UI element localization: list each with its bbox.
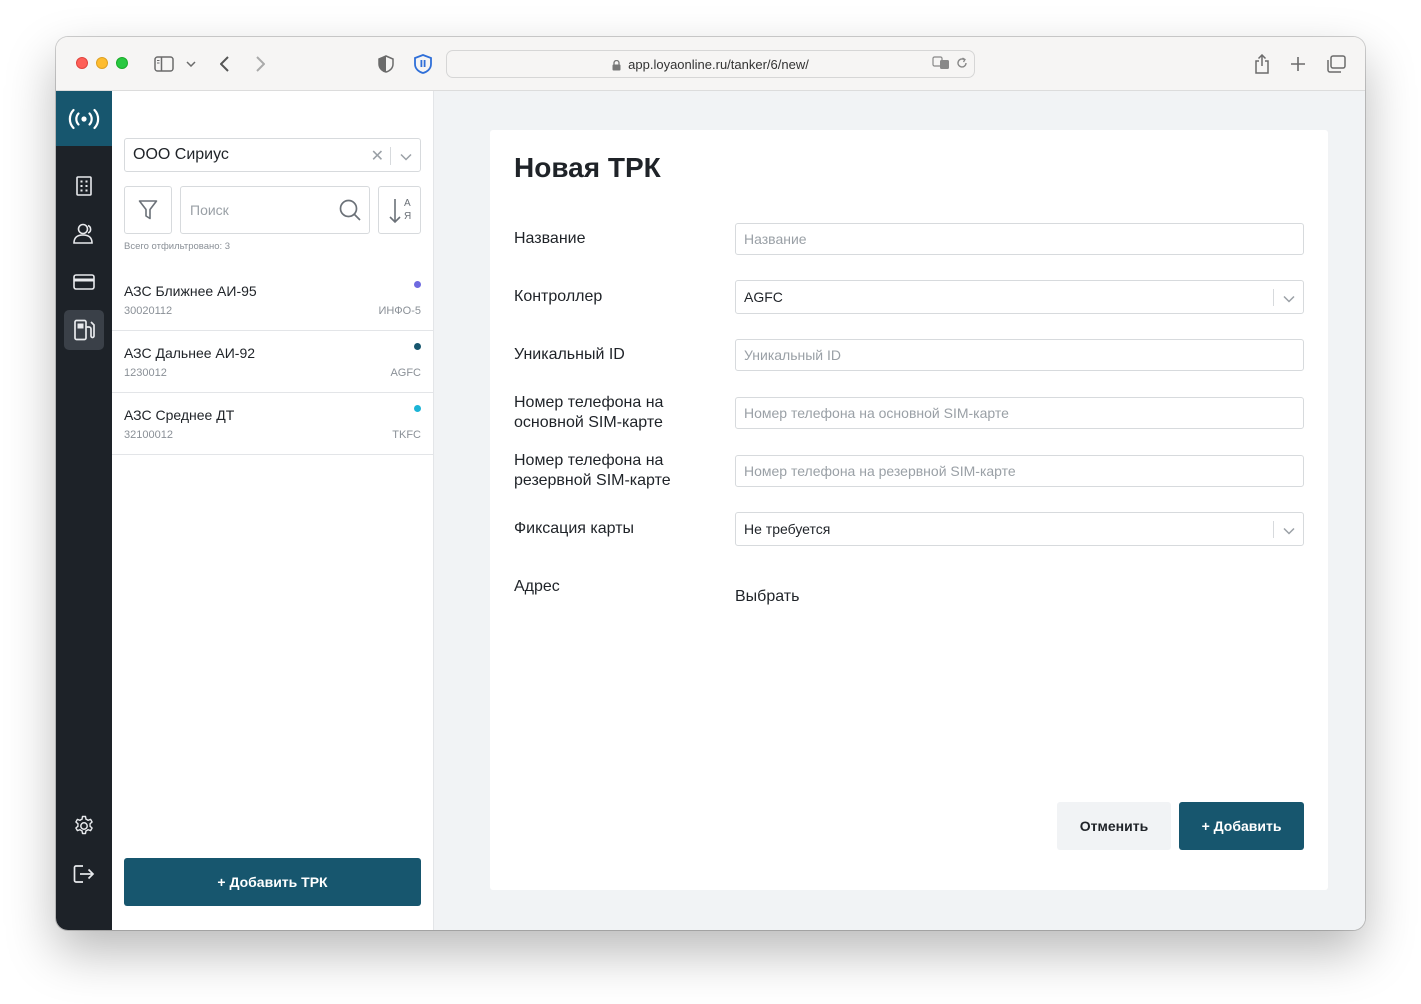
phone-backup-label: Номер телефона на резервной SIM-карте bbox=[514, 452, 671, 489]
chevron-down-icon[interactable] bbox=[1283, 290, 1295, 306]
station-list: АЗС Ближнее АИ-95 30020112 ИНФО-5 АЗС Да… bbox=[112, 269, 433, 455]
browser-window: app.loyaonline.ru/tanker/6/new/ ООО Сири… bbox=[56, 37, 1365, 930]
controller-label: Контроллер bbox=[514, 288, 603, 305]
chevron-down-icon[interactable] bbox=[184, 52, 198, 76]
search-input[interactable] bbox=[181, 187, 331, 233]
sidebar-toggle-icon[interactable] bbox=[152, 52, 176, 76]
new-tab-icon[interactable] bbox=[1288, 52, 1308, 76]
organization-value: ООО Сириус bbox=[133, 146, 229, 163]
controller-select[interactable]: AGFC bbox=[735, 280, 1304, 314]
organization-select[interactable]: ООО Сириус ✕ bbox=[124, 138, 421, 172]
cancel-button[interactable]: Отменить bbox=[1057, 802, 1171, 850]
station-code: 30020112 bbox=[124, 305, 173, 317]
choose-address-link[interactable]: Выбрать bbox=[735, 588, 799, 606]
filter-icon bbox=[138, 200, 158, 220]
new-station-form: Новая ТРК Название Контроллер AGFC Уника… bbox=[490, 130, 1328, 890]
reload-icon[interactable] bbox=[956, 57, 968, 72]
search-field[interactable] bbox=[180, 186, 370, 234]
station-name: АЗС Ближнее АИ-95 bbox=[124, 283, 257, 299]
add-button[interactable]: + Добавить bbox=[1179, 802, 1304, 850]
phone-main-input[interactable] bbox=[735, 397, 1304, 429]
station-controller: TKFC bbox=[392, 429, 421, 441]
credit-card-icon bbox=[73, 274, 95, 290]
list-item[interactable]: АЗС Дальнее АИ-92 1230012 AGFC bbox=[112, 331, 433, 393]
sort-letter-top: А bbox=[404, 198, 411, 209]
controller-value: AGFC bbox=[744, 289, 783, 305]
page-title: Новая ТРК bbox=[514, 152, 661, 183]
chevron-down-icon[interactable] bbox=[1283, 522, 1295, 538]
browser-toolbar: app.loyaonline.ru/tanker/6/new/ bbox=[56, 37, 1365, 91]
card-fix-label: Фиксация карты bbox=[514, 520, 635, 537]
building-icon bbox=[76, 176, 92, 196]
app-logo[interactable] bbox=[56, 91, 112, 146]
gear-icon bbox=[75, 815, 93, 835]
station-name: АЗС Среднее ДТ bbox=[124, 407, 235, 423]
select-separator bbox=[1273, 289, 1274, 306]
minimize-window-button[interactable] bbox=[96, 57, 108, 69]
filter-button[interactable] bbox=[124, 186, 172, 234]
station-code: 32100012 bbox=[124, 429, 173, 441]
station-list-panel: ООО Сириус ✕ А Я Всего отфильтровано: 3 bbox=[112, 91, 434, 930]
name-input[interactable] bbox=[735, 223, 1304, 255]
phone-main-label: Номер телефона на основной SIM-карте bbox=[514, 394, 664, 431]
sort-letter-bottom: Я bbox=[404, 211, 412, 222]
tab-overview-icon[interactable] bbox=[1325, 52, 1347, 76]
app-rail bbox=[56, 91, 112, 930]
unique-id-label: Уникальный ID bbox=[514, 346, 625, 363]
forward-icon[interactable] bbox=[251, 52, 269, 76]
list-item[interactable]: АЗС Ближнее АИ-95 30020112 ИНФО-5 bbox=[112, 269, 433, 331]
address-label: Адрес bbox=[514, 578, 560, 595]
nav-clients[interactable] bbox=[64, 214, 104, 254]
main-content: Новая ТРК Название Контроллер AGFC Уника… bbox=[434, 91, 1365, 930]
share-icon[interactable] bbox=[1252, 52, 1272, 76]
filtered-count: Всего отфильтровано: 3 bbox=[124, 241, 231, 252]
clear-icon[interactable]: ✕ bbox=[371, 146, 384, 166]
fuel-pump-icon bbox=[74, 319, 95, 341]
list-item[interactable]: АЗС Среднее ДТ 32100012 TKFC bbox=[112, 393, 433, 455]
password-manager-icon[interactable] bbox=[413, 52, 433, 76]
select-separator bbox=[1273, 521, 1274, 538]
card-fix-select[interactable]: Не требуется bbox=[735, 512, 1304, 546]
station-name: АЗС Дальнее АИ-92 bbox=[124, 345, 256, 361]
station-code: 1230012 bbox=[124, 367, 167, 379]
sort-alpha-icon bbox=[389, 199, 401, 224]
privacy-shield-icon[interactable] bbox=[376, 52, 396, 76]
close-window-button[interactable] bbox=[76, 57, 88, 69]
nav-organizations[interactable] bbox=[64, 166, 104, 206]
station-controller: AGFC bbox=[390, 367, 421, 379]
nav-fuel-dispensers[interactable] bbox=[64, 310, 104, 350]
chevron-down-icon[interactable] bbox=[400, 148, 412, 166]
address-bar[interactable]: app.loyaonline.ru/tanker/6/new/ bbox=[446, 50, 975, 78]
unique-id-input[interactable] bbox=[735, 339, 1304, 371]
url-text: app.loyaonline.ru/tanker/6/new/ bbox=[628, 56, 809, 72]
status-dot bbox=[414, 405, 421, 412]
phone-backup-input[interactable] bbox=[735, 455, 1304, 487]
broadcast-icon bbox=[68, 108, 100, 129]
logout-icon bbox=[73, 865, 95, 883]
card-fix-value: Не требуется bbox=[744, 521, 831, 537]
select-separator bbox=[390, 147, 391, 165]
nav-cards[interactable] bbox=[64, 262, 104, 302]
nav-settings[interactable] bbox=[64, 806, 104, 846]
status-dot bbox=[414, 343, 421, 350]
translate-icon[interactable] bbox=[932, 56, 950, 73]
users-icon bbox=[73, 223, 93, 244]
add-station-button[interactable]: + Добавить ТРК bbox=[124, 858, 421, 906]
sort-button[interactable]: А Я bbox=[378, 186, 421, 234]
name-label: Название bbox=[514, 230, 586, 247]
station-controller: ИНФО-5 bbox=[378, 305, 421, 317]
lock-icon bbox=[612, 59, 621, 71]
status-dot bbox=[414, 281, 421, 288]
search-icon[interactable] bbox=[339, 199, 361, 226]
back-icon[interactable] bbox=[216, 52, 234, 76]
zoom-window-button[interactable] bbox=[116, 57, 128, 69]
nav-logout[interactable] bbox=[64, 854, 104, 894]
